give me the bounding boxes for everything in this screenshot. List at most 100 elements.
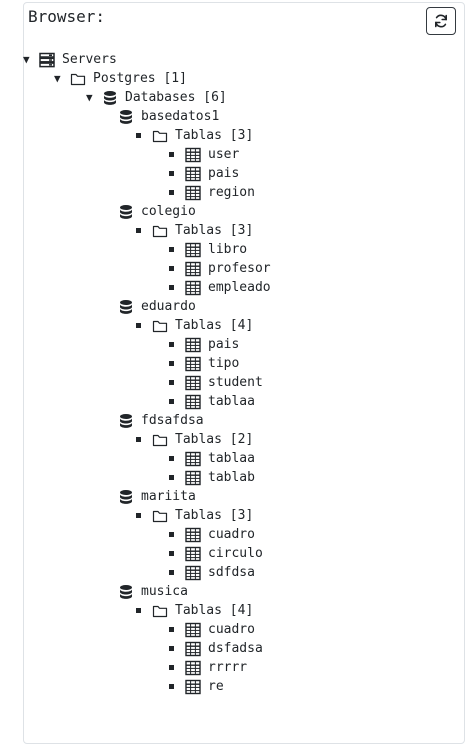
tree-node-tables-folder[interactable]: Tablas [3] [136,221,253,240]
tree-node-tables-folder[interactable]: Tablas [3] [136,126,253,145]
bullet-icon [136,608,141,613]
tree-node-database[interactable]: fdsafdsa [118,411,204,430]
tree-label: tablaa [208,451,255,466]
tree-node-tables-folder[interactable]: Tablas [4] [136,316,253,335]
tree-label: Tablas [3] [175,128,254,143]
tree-node-table[interactable]: libro [169,240,247,259]
table-icon [185,356,201,372]
bullet-icon [169,665,174,670]
table-icon [185,679,201,695]
tree-node-table[interactable]: profesor [169,259,271,278]
bullet-icon [169,475,174,480]
bullet-icon [169,152,174,157]
tree-label: tablaa [208,394,255,409]
tree-node-table[interactable]: rrrrr [169,658,247,677]
expand-toggle-icon[interactable]: ▼ [54,69,64,88]
tree-node-tables-folder[interactable]: Tablas [4] [136,601,253,620]
tree-node-table[interactable]: tipo [169,354,239,373]
table-icon [185,242,201,258]
tree-label: Postgres [1] [93,71,187,86]
bullet-icon [169,285,174,290]
database-icon [118,299,134,315]
bullet-icon [169,399,174,404]
tree-node-table[interactable]: re [169,677,224,696]
folder-icon [152,318,168,334]
tree-label: Tablas [2] [175,432,254,447]
database-icon [118,413,134,429]
tree-label: circulo [208,546,263,561]
panel-title: Browser: [28,7,106,26]
table-icon [185,451,201,467]
table-icon [185,166,201,182]
tree-node-table[interactable]: pais [169,335,239,354]
tree-node-database[interactable]: colegio [118,202,196,221]
database-icon [118,204,134,220]
tree-label: mariita [141,489,196,504]
bullet-icon [169,570,174,575]
bullet-icon [169,171,174,176]
tree-node-table[interactable]: cuadro [169,525,255,544]
tree-label: pais [208,337,240,352]
tree-node-tables-folder[interactable]: Tablas [3] [136,506,253,525]
bullet-icon [169,361,174,366]
refresh-icon [433,13,449,29]
bullet-icon [169,627,174,632]
tree-node-table[interactable]: circulo [169,544,263,563]
tree-label: Tablas [4] [175,603,254,618]
bullet-icon [169,551,174,556]
tree-node-server[interactable]: ▼ Postgres [1] [54,69,187,88]
refresh-button[interactable] [426,7,456,35]
folder-icon [152,223,168,239]
tree-node-servers[interactable]: ▼ Servers [23,50,117,69]
tree-label: pais [208,166,240,181]
table-icon [185,527,201,543]
tree-node-table[interactable]: student [169,373,263,392]
folder-icon [152,603,168,619]
expand-toggle-icon[interactable]: ▼ [23,50,33,69]
tree-label: sdfdsa [208,565,255,580]
table-icon [185,147,201,163]
tree-node-table[interactable]: tablab [169,468,255,487]
tree-node-table[interactable]: dsfadsa [169,639,263,658]
tree-node-table[interactable]: pais [169,164,239,183]
database-icon [118,109,134,125]
tree-label: tablab [208,470,255,485]
tree-label: user [208,147,240,162]
tree-label: profesor [208,261,271,276]
tree-node-table[interactable]: tablaa [169,449,255,468]
tree-node-databases[interactable]: ▼ Databases [6] [86,88,227,107]
tree-label: Databases [6] [125,90,227,105]
tree-label: student [208,375,263,390]
table-icon [185,565,201,581]
bullet-icon [169,646,174,651]
tree-node-database[interactable]: basedatos1 [118,107,219,126]
tree-label: basedatos1 [141,109,220,124]
tree-node-table[interactable]: region [169,183,255,202]
bullet-icon [169,532,174,537]
tree-node-table[interactable]: empleado [169,278,271,297]
expand-toggle-icon[interactable]: ▼ [86,88,96,107]
tree-node-tables-folder[interactable]: Tablas [2] [136,430,253,449]
table-icon [185,280,201,296]
tree-label: Servers [62,52,117,67]
bullet-icon [136,323,141,328]
tree-node-table[interactable]: tablaa [169,392,255,411]
tree-node-table[interactable]: user [169,145,239,164]
tree-label: dsfadsa [208,641,263,656]
folder-icon [70,71,86,87]
tree-label: empleado [208,280,271,295]
tree-label: musica [141,584,188,599]
bullet-icon [169,342,174,347]
tree-node-database[interactable]: eduardo [118,297,196,316]
bullet-icon [169,247,174,252]
tree-label: Tablas [3] [175,508,254,523]
table-icon [185,394,201,410]
tree-label: cuadro [208,527,255,542]
database-icon [102,90,118,106]
tree-node-table[interactable]: sdfdsa [169,563,255,582]
folder-icon [152,508,168,524]
bullet-icon [136,513,141,518]
tree-node-database[interactable]: musica [118,582,188,601]
tree-node-table[interactable]: cuadro [169,620,255,639]
tree-node-database[interactable]: mariita [118,487,196,506]
